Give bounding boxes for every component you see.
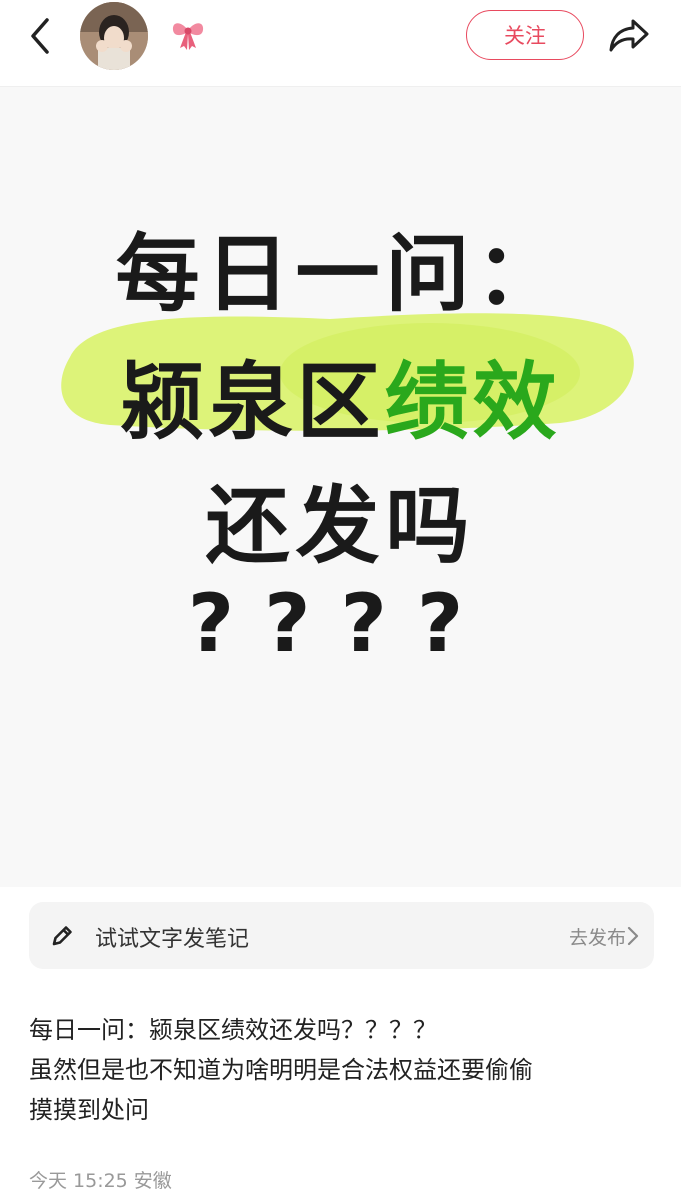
publish-link[interactable]: 去发布: [569, 923, 626, 950]
caption-line-2: 虽然但是也不知道为啥明明是合法权益还要偷偷: [29, 1056, 533, 1084]
image-line-4: ????: [187, 577, 494, 670]
chevron-right-icon: [627, 926, 639, 946]
try-text-note-label: 试试文字发笔记: [95, 927, 250, 952]
image-line-3: 还发吗: [205, 477, 476, 575]
caption-line-3: 摸摸到处问: [29, 1096, 149, 1124]
post-time: 15:25: [73, 1170, 128, 1192]
top-bar: 关注: [0, 0, 681, 87]
follow-button[interactable]: 关注: [466, 10, 584, 60]
post-date: 今天: [29, 1170, 68, 1192]
caption-line-1: 每日一问：颍泉区绩效还发吗？？？？: [29, 1016, 437, 1044]
share-button[interactable]: [604, 12, 654, 58]
post-location: 安徽: [133, 1170, 172, 1192]
image-line-2: 颍泉区绩效: [0, 335, 681, 456]
back-button[interactable]: [18, 14, 62, 58]
post-caption: 每日一问：颍泉区绩效还发吗？？？？ 虽然但是也不知道为啥明明是合法权益还要偷偷 …: [29, 1010, 654, 1130]
post-image[interactable]: 每日一问： 颍泉区绩效 还发吗 ????: [0, 87, 681, 887]
try-text-note-bar[interactable]: 试试文字发笔记 去发布: [29, 902, 654, 969]
image-line-2-plain: 颍泉区: [120, 353, 385, 451]
share-arrow-icon: [609, 19, 649, 52]
image-line-2-green: 绩效: [384, 353, 561, 451]
pencil-icon: [52, 926, 72, 946]
chevron-left-icon: [31, 18, 49, 54]
avatar[interactable]: [80, 2, 148, 70]
bow-icon: [172, 23, 204, 50]
image-line-1: 每日一问：: [115, 225, 566, 323]
post-meta: 今天 15:25 安徽: [29, 1166, 178, 1193]
